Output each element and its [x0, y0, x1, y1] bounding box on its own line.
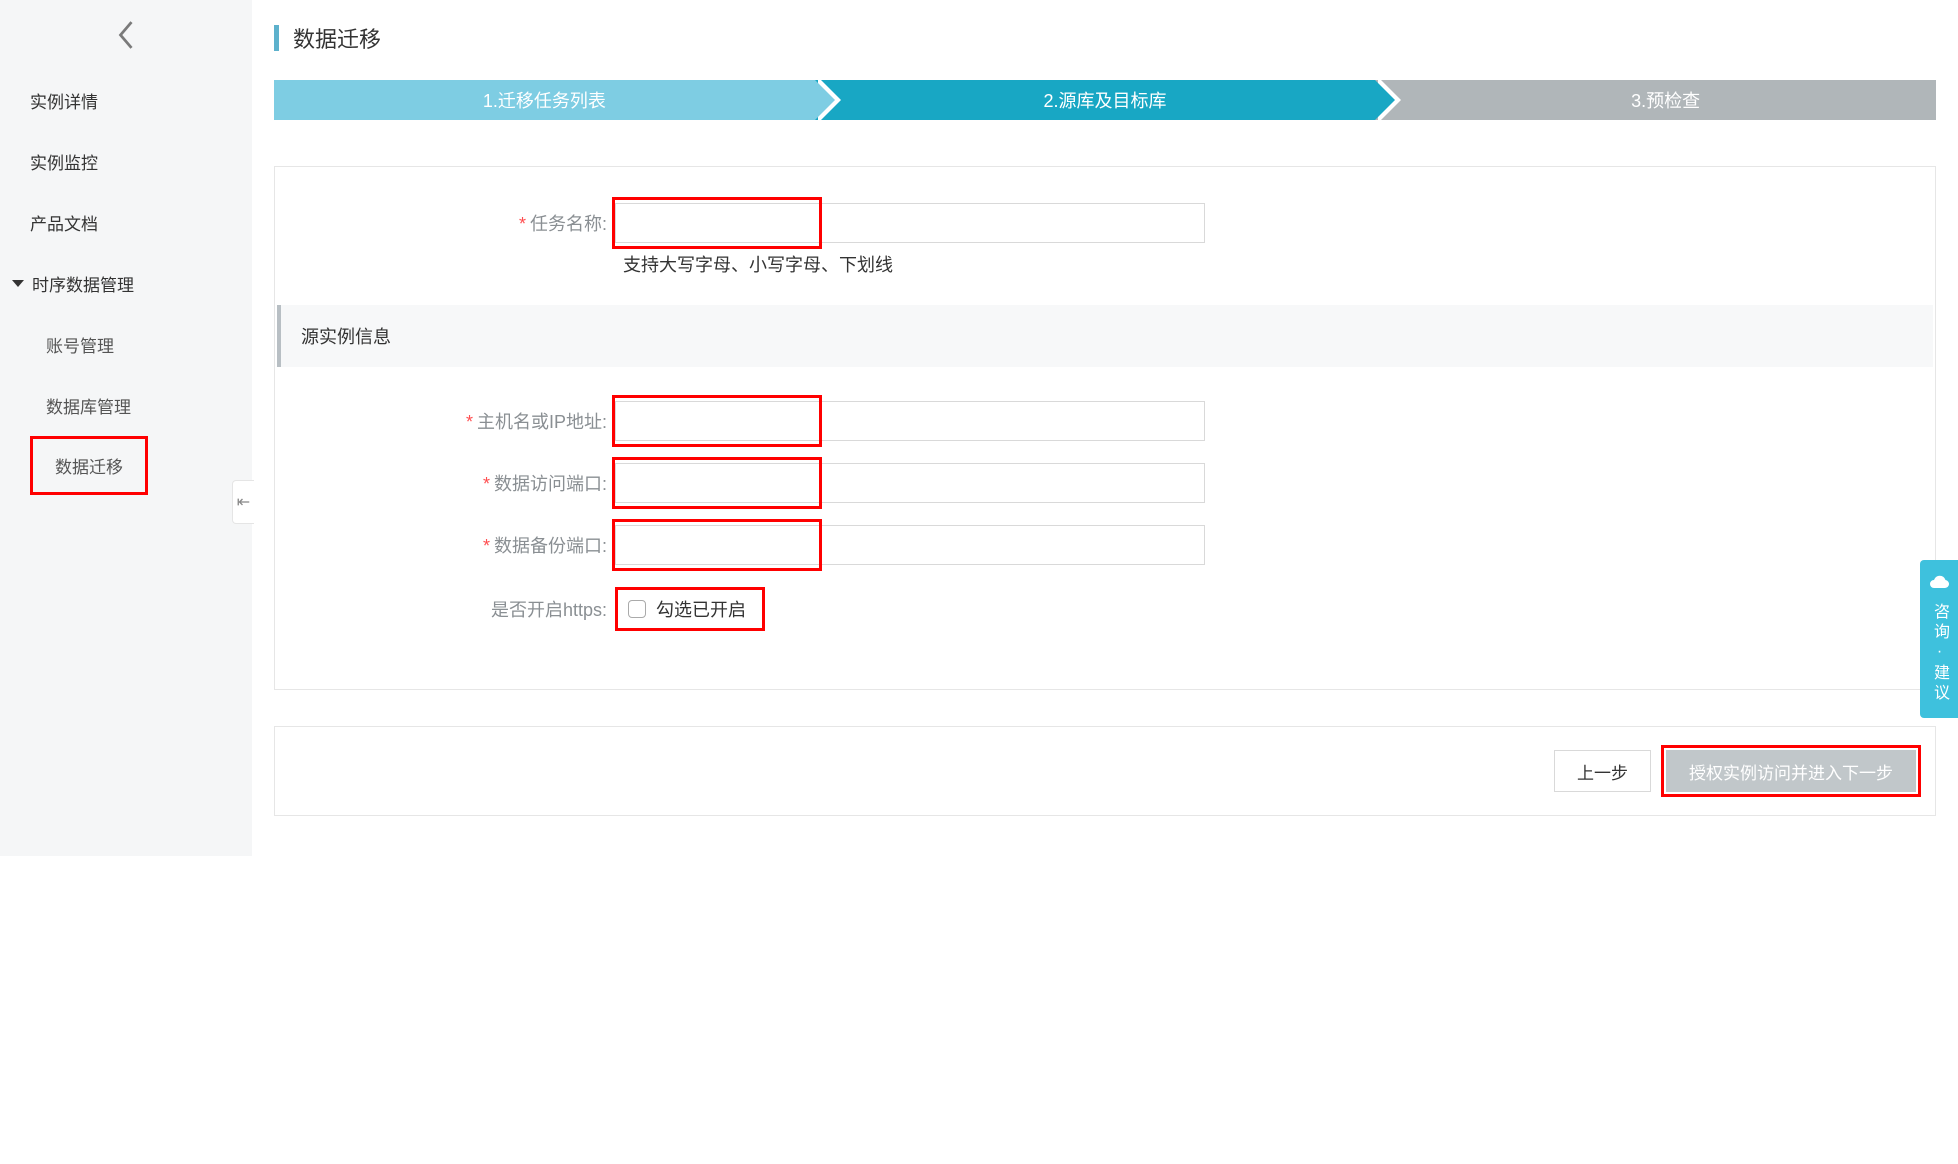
main-content: 数据迁移 1.迁移任务列表 2.源库及目标库 3.预检查 *任务名称: [252, 0, 1958, 856]
feedback-tab[interactable]: 咨询·建议 [1920, 560, 1958, 718]
host-input[interactable] [615, 401, 1205, 441]
authorize-next-button[interactable]: 授权实例访问并进入下一步 [1666, 750, 1916, 792]
sidebar-item-instance-detail[interactable]: 实例详情 [0, 70, 252, 131]
label-host: *主机名或IP地址: [275, 408, 615, 434]
section-header-source: 源实例信息 [277, 305, 1933, 367]
data-port-input[interactable] [615, 463, 1205, 503]
back-button[interactable] [0, 0, 252, 70]
task-name-input[interactable] [615, 203, 1205, 243]
sidebar-item-label: 数据库管理 [46, 398, 131, 417]
https-checkbox-label: 勾选已开启 [656, 596, 746, 622]
footer-bar: 上一步 授权实例访问并进入下一步 [274, 726, 1936, 816]
sidebar-item-label: 实例详情 [30, 93, 98, 112]
step-2[interactable]: 2.源库及目标库 [815, 80, 1376, 120]
sidebar-item-label: 数据迁移 [55, 458, 123, 477]
label-backup-port: *数据备份端口: [275, 532, 615, 558]
row-task-name: *任务名称: [275, 203, 1935, 243]
prev-button[interactable]: 上一步 [1554, 750, 1651, 792]
sidebar-item-product-docs[interactable]: 产品文档 [0, 192, 252, 253]
feedback-label: 咨询·建议 [1927, 603, 1951, 704]
page-title-wrap: 数据迁移 [274, 22, 1936, 54]
button-label: 授权实例访问并进入下一步 [1689, 759, 1893, 784]
cloud-icon [1928, 574, 1950, 595]
step-3[interactable]: 3.预检查 [1375, 80, 1936, 120]
sidebar-item-instance-monitor[interactable]: 实例监控 [0, 131, 252, 192]
page-title: 数据迁移 [293, 22, 381, 54]
sidebar-item-account-mgmt[interactable]: 账号管理 [0, 314, 252, 375]
required-marker: * [483, 536, 490, 556]
sidebar-item-label: 产品文档 [30, 215, 98, 234]
form-card: *任务名称: 支持大写字母、小写字母、下划线 源实例信息 *主机名或IP地址: [274, 166, 1936, 690]
required-marker: * [519, 214, 526, 234]
step-label: 3.预检查 [1631, 87, 1700, 113]
sidebar-group-label: 时序数据管理 [32, 271, 134, 296]
label-data-port: *数据访问端口: [275, 470, 615, 496]
sidebar-group-tsdb[interactable]: 时序数据管理 [0, 253, 252, 314]
chevron-left-icon [115, 18, 137, 52]
wizard-steps: 1.迁移任务列表 2.源库及目标库 3.预检查 [274, 80, 1936, 120]
highlight-box: 授权实例访问并进入下一步 [1661, 745, 1921, 797]
sidebar: 实例详情 实例监控 产品文档 时序数据管理 账号管理 数据库管理 数据迁移 ⇤ [0, 0, 252, 856]
sidebar-item-db-mgmt[interactable]: 数据库管理 [0, 375, 252, 436]
step-1[interactable]: 1.迁移任务列表 [274, 80, 815, 120]
collapse-sidebar-handle[interactable]: ⇤ [232, 480, 254, 524]
sidebar-item-label: 账号管理 [46, 337, 114, 356]
row-host: *主机名或IP地址: [275, 401, 1935, 441]
https-checkbox-wrap: 勾选已开启 [615, 587, 765, 631]
required-marker: * [483, 474, 490, 494]
title-accent-bar [274, 25, 279, 51]
row-data-port: *数据访问端口: [275, 463, 1935, 503]
label-task-name: *任务名称: [275, 210, 615, 236]
button-label: 上一步 [1577, 759, 1628, 784]
task-name-helper: 支持大写字母、小写字母、下划线 [623, 251, 1935, 277]
collapse-icon: ⇤ [237, 492, 250, 512]
label-https: 是否开启https: [275, 596, 615, 622]
https-checkbox[interactable] [628, 600, 646, 618]
row-backup-port: *数据备份端口: [275, 525, 1935, 565]
required-marker: * [466, 412, 473, 432]
step-label: 2.源库及目标库 [1044, 87, 1167, 113]
backup-port-input[interactable] [615, 525, 1205, 565]
sidebar-item-label: 实例监控 [30, 154, 98, 173]
caret-down-icon [12, 280, 24, 287]
step-label: 1.迁移任务列表 [483, 87, 606, 113]
sidebar-item-data-migration[interactable]: 数据迁移 [30, 436, 148, 495]
row-https: 是否开启https: 勾选已开启 [275, 587, 1935, 631]
